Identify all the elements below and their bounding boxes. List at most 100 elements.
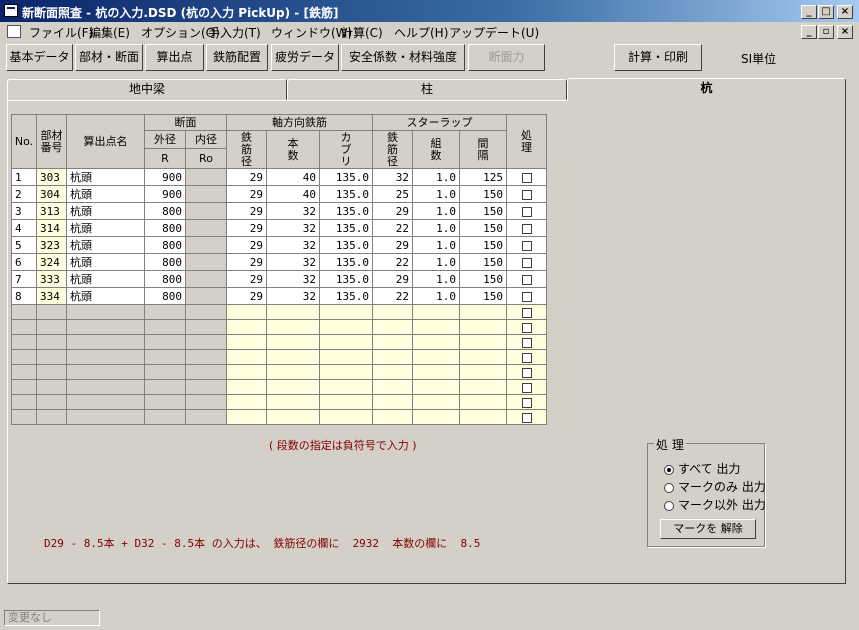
basic-data-button[interactable]: 基本データ bbox=[6, 44, 73, 71]
cell-rebar-dia[interactable] bbox=[226, 409, 267, 425]
process-checkbox[interactable] bbox=[521, 337, 532, 348]
cell-cover[interactable]: 135.0 bbox=[319, 168, 373, 186]
cell-stirrup-spacing[interactable]: 150 bbox=[459, 270, 507, 288]
cell-rebar-count[interactable]: 32 bbox=[266, 253, 320, 271]
cell-row-no[interactable]: 5 bbox=[11, 236, 37, 254]
cell-row-no[interactable] bbox=[11, 364, 37, 380]
cell-stirrup-spacing[interactable]: 150 bbox=[459, 185, 507, 203]
cell-cover[interactable] bbox=[319, 319, 373, 335]
cell-stirrup-dia[interactable] bbox=[372, 334, 413, 350]
cell-inner-dia[interactable] bbox=[185, 219, 227, 237]
cell-outer-dia[interactable]: 800 bbox=[144, 202, 186, 220]
cell-row-no[interactable]: 8 bbox=[11, 287, 37, 305]
cell-rebar-count[interactable] bbox=[266, 319, 320, 335]
cell-rebar-dia[interactable] bbox=[226, 304, 267, 320]
cell-outer-dia[interactable]: 900 bbox=[144, 185, 186, 203]
safety-factor-button[interactable]: 安全係数・材料強度 bbox=[341, 44, 465, 71]
cell-stirrup-spacing[interactable]: 150 bbox=[459, 236, 507, 254]
cell-row-no[interactable] bbox=[11, 349, 37, 365]
menu-help[interactable]: ヘルプ(H) bbox=[394, 24, 448, 41]
cell-stirrup-dia[interactable] bbox=[372, 409, 413, 425]
cell-row-no[interactable]: 4 bbox=[11, 219, 37, 237]
cell-stirrup-dia[interactable]: 32 bbox=[372, 168, 413, 186]
mdi-close-button[interactable]: × bbox=[837, 25, 853, 39]
process-checkbox[interactable] bbox=[521, 307, 532, 318]
cell-stirrup-dia[interactable]: 22 bbox=[372, 287, 413, 305]
process-checkbox[interactable] bbox=[521, 189, 532, 200]
process-checkbox[interactable] bbox=[521, 257, 532, 268]
cell-stirrup-sets[interactable] bbox=[412, 394, 460, 410]
cell-stirrup-sets[interactable]: 1.0 bbox=[412, 287, 460, 305]
cell-member-no[interactable] bbox=[36, 304, 67, 320]
cell-outer-dia[interactable]: 800 bbox=[144, 219, 186, 237]
cell-row-no[interactable] bbox=[11, 304, 37, 320]
calc-point-button[interactable]: 算出点 bbox=[145, 44, 204, 71]
cell-inner-dia[interactable] bbox=[185, 185, 227, 203]
maximize-button[interactable]: □ bbox=[818, 5, 834, 19]
cell-outer-dia[interactable] bbox=[144, 334, 186, 350]
cell-stirrup-sets[interactable] bbox=[412, 364, 460, 380]
cell-rebar-count[interactable]: 40 bbox=[266, 168, 320, 186]
process-checkbox[interactable] bbox=[521, 367, 532, 378]
cell-calc-point-name[interactable] bbox=[66, 304, 145, 320]
cell-calc-point-name[interactable] bbox=[66, 319, 145, 335]
cell-rebar-dia[interactable]: 29 bbox=[226, 219, 267, 237]
cell-stirrup-dia[interactable]: 29 bbox=[372, 202, 413, 220]
cell-stirrup-dia[interactable] bbox=[372, 349, 413, 365]
cell-stirrup-sets[interactable] bbox=[412, 319, 460, 335]
process-checkbox[interactable] bbox=[521, 172, 532, 183]
cell-stirrup-spacing[interactable]: 150 bbox=[459, 253, 507, 271]
cell-rebar-dia[interactable] bbox=[226, 319, 267, 335]
cell-stirrup-spacing[interactable] bbox=[459, 319, 507, 335]
cell-cover[interactable] bbox=[319, 364, 373, 380]
cell-rebar-count[interactable] bbox=[266, 349, 320, 365]
cell-stirrup-spacing[interactable] bbox=[459, 364, 507, 380]
cell-rebar-count[interactable] bbox=[266, 409, 320, 425]
cell-outer-dia[interactable] bbox=[144, 304, 186, 320]
cell-stirrup-dia[interactable] bbox=[372, 364, 413, 380]
cell-calc-point-name[interactable] bbox=[66, 379, 145, 395]
cell-cover[interactable]: 135.0 bbox=[319, 219, 373, 237]
cell-calc-point-name[interactable]: 杭頭 bbox=[66, 185, 145, 203]
cell-row-no[interactable] bbox=[11, 379, 37, 395]
cell-stirrup-sets[interactable]: 1.0 bbox=[412, 253, 460, 271]
cell-inner-dia[interactable] bbox=[185, 364, 227, 380]
mdi-minimize-button[interactable]: _ bbox=[801, 25, 817, 39]
cell-outer-dia[interactable]: 800 bbox=[144, 270, 186, 288]
cell-rebar-dia[interactable]: 29 bbox=[226, 253, 267, 271]
cell-inner-dia[interactable] bbox=[185, 287, 227, 305]
tab-ground-beam[interactable]: 地中梁 bbox=[7, 79, 287, 100]
cell-row-no[interactable]: 1 bbox=[11, 168, 37, 186]
cell-cover[interactable] bbox=[319, 334, 373, 350]
member-section-button[interactable]: 部材・断面 bbox=[75, 44, 143, 71]
cell-stirrup-dia[interactable] bbox=[372, 319, 413, 335]
cell-rebar-count[interactable]: 32 bbox=[266, 287, 320, 305]
cell-inner-dia[interactable] bbox=[185, 253, 227, 271]
cell-stirrup-dia[interactable]: 29 bbox=[372, 270, 413, 288]
cell-stirrup-spacing[interactable]: 125 bbox=[459, 168, 507, 186]
radio-output-mark-except[interactable]: マーク以外 出力 bbox=[664, 496, 766, 513]
cell-member-no[interactable]: 303 bbox=[36, 168, 67, 186]
tab-column[interactable]: 柱 bbox=[287, 79, 567, 100]
cell-inner-dia[interactable] bbox=[185, 270, 227, 288]
cell-rebar-dia[interactable]: 29 bbox=[226, 185, 267, 203]
cell-outer-dia[interactable]: 900 bbox=[144, 168, 186, 186]
cell-outer-dia[interactable]: 800 bbox=[144, 236, 186, 254]
cell-stirrup-dia[interactable]: 25 bbox=[372, 185, 413, 203]
cell-stirrup-dia[interactable]: 22 bbox=[372, 253, 413, 271]
cell-stirrup-spacing[interactable] bbox=[459, 409, 507, 425]
cell-stirrup-dia[interactable] bbox=[372, 394, 413, 410]
cell-rebar-dia[interactable]: 29 bbox=[226, 270, 267, 288]
cell-stirrup-spacing[interactable] bbox=[459, 349, 507, 365]
cell-rebar-dia[interactable] bbox=[226, 364, 267, 380]
menu-edit[interactable]: 編集(E) bbox=[89, 24, 130, 41]
cell-cover[interactable]: 135.0 bbox=[319, 236, 373, 254]
cell-calc-point-name[interactable] bbox=[66, 409, 145, 425]
cell-rebar-count[interactable] bbox=[266, 334, 320, 350]
process-checkbox[interactable] bbox=[521, 352, 532, 363]
cell-calc-point-name[interactable]: 杭頭 bbox=[66, 236, 145, 254]
cell-member-no[interactable]: 324 bbox=[36, 253, 67, 271]
cell-member-no[interactable]: 314 bbox=[36, 219, 67, 237]
process-checkbox[interactable] bbox=[521, 397, 532, 408]
cell-rebar-dia[interactable]: 29 bbox=[226, 168, 267, 186]
